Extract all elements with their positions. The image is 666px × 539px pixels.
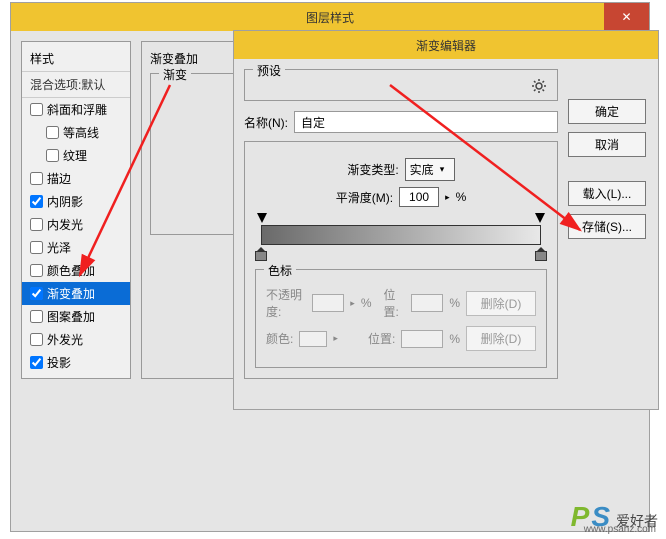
style-checkbox[interactable] <box>30 310 43 323</box>
style-label: 颜色叠加 <box>47 262 95 279</box>
style-item-7[interactable]: 颜色叠加 <box>22 259 130 282</box>
style-item-4[interactable]: 内阴影 <box>22 190 130 213</box>
style-checkbox[interactable] <box>30 195 43 208</box>
watermark-url: www.psahz.com <box>584 524 656 535</box>
gradient-type-value: 实底 <box>410 161 434 178</box>
gradient-bar[interactable] <box>255 217 547 253</box>
style-item-2[interactable]: 纹理 <box>22 144 130 167</box>
gear-icon[interactable] <box>531 78 547 94</box>
gradient-type-label: 渐变类型: <box>347 161 398 178</box>
layer-style-titlebar: 图层样式 ✕ <box>11 3 649 31</box>
style-checkbox[interactable] <box>46 149 59 162</box>
gradient-settings: 渐变类型: 实底 ▾ 平滑度(M): ▸ % <box>244 141 558 379</box>
style-checkbox[interactable] <box>30 241 43 254</box>
style-label: 图案叠加 <box>47 308 95 325</box>
style-checkbox[interactable] <box>30 172 43 185</box>
style-label: 渐变叠加 <box>47 285 95 302</box>
style-item-8[interactable]: 渐变叠加 <box>22 282 130 305</box>
opacity-stop-left[interactable] <box>257 213 267 223</box>
color-stop-left[interactable] <box>255 247 267 261</box>
percent-label: % <box>456 190 467 204</box>
style-checkbox[interactable] <box>30 333 43 346</box>
style-label: 外发光 <box>47 331 83 348</box>
color-stops-label: 色标 <box>264 262 296 279</box>
percent-label: % <box>449 296 460 310</box>
styles-list-panel: 样式 混合选项:默认 斜面和浮雕等高线纹理描边内阴影内发光光泽颜色叠加渐变叠加图… <box>21 41 131 379</box>
presets-box: 预设 <box>244 69 558 101</box>
cs-color-swatch[interactable] <box>299 331 327 347</box>
gradient-editor-title: 渐变编辑器 <box>416 37 476 54</box>
name-label: 名称(N): <box>244 114 288 131</box>
style-label: 内阴影 <box>47 193 83 210</box>
style-item-6[interactable]: 光泽 <box>22 236 130 259</box>
gradient-editor-window: 渐变编辑器 确定 取消 载入(L)... 存储(S)... 预设 名称(N): <box>233 30 659 410</box>
gradient-group-label: 渐变 <box>159 66 191 83</box>
color-stops-box: 色标 不透明度: ▸ % 位置: % 删除(D) 颜色: <box>255 269 547 368</box>
save-button[interactable]: 存储(S)... <box>568 214 646 239</box>
cs-position-field[interactable] <box>411 294 444 312</box>
cs-opacity-label: 不透明度: <box>266 286 306 320</box>
smoothness-label: 平滑度(M): <box>336 189 393 206</box>
style-item-0[interactable]: 斜面和浮雕 <box>22 98 130 121</box>
cs-opacity-field[interactable] <box>312 294 345 312</box>
gradient-editor-titlebar: 渐变编辑器 <box>234 31 658 59</box>
chevron-right-icon: ▸ <box>333 333 338 344</box>
delete-opacity-stop-button[interactable]: 删除(D) <box>466 291 536 316</box>
presets-label: 预设 <box>253 62 285 79</box>
cancel-button[interactable]: 取消 <box>568 132 646 157</box>
layer-style-title: 图层样式 <box>306 9 354 26</box>
close-icon: ✕ <box>621 10 631 24</box>
cs-position-label: 位置: <box>368 330 395 347</box>
color-stop-right[interactable] <box>535 247 547 261</box>
style-label: 投影 <box>47 354 71 371</box>
load-button[interactable]: 载入(L)... <box>568 181 646 206</box>
style-checkbox[interactable] <box>30 287 43 300</box>
chevron-down-icon: ▾ <box>440 164 445 175</box>
style-item-10[interactable]: 外发光 <box>22 328 130 351</box>
style-label: 等高线 <box>63 124 99 141</box>
style-item-3[interactable]: 描边 <box>22 167 130 190</box>
percent-label: % <box>449 332 460 346</box>
style-item-9[interactable]: 图案叠加 <box>22 305 130 328</box>
style-checkbox[interactable] <box>30 264 43 277</box>
style-checkbox[interactable] <box>30 218 43 231</box>
style-item-11[interactable]: 投影 <box>22 351 130 374</box>
gradient-preview[interactable] <box>261 225 541 245</box>
cs-color-position-field[interactable] <box>401 330 443 348</box>
style-item-5[interactable]: 内发光 <box>22 213 130 236</box>
style-label: 内发光 <box>47 216 83 233</box>
watermark: P S 爱好者 www.psahz.com <box>571 501 658 533</box>
style-label: 描边 <box>47 170 71 187</box>
style-label: 纹理 <box>63 147 87 164</box>
name-row: 名称(N): <box>244 111 558 133</box>
gradient-editor-body: 确定 取消 载入(L)... 存储(S)... 预设 名称(N): 渐变类型: <box>234 59 658 389</box>
smoothness-input[interactable] <box>399 187 439 207</box>
style-checkbox[interactable] <box>30 103 43 116</box>
blend-options-default[interactable]: 混合选项:默认 <box>22 72 130 98</box>
style-label: 光泽 <box>47 239 71 256</box>
percent-label: % <box>361 296 372 310</box>
style-item-1[interactable]: 等高线 <box>22 121 130 144</box>
close-button[interactable]: ✕ <box>604 3 649 31</box>
cs-color-label: 颜色: <box>266 330 293 347</box>
cs-position-label: 位置: <box>384 286 405 320</box>
name-input[interactable] <box>294 111 558 133</box>
ok-button[interactable]: 确定 <box>568 99 646 124</box>
style-label: 斜面和浮雕 <box>47 101 107 118</box>
style-checkbox[interactable] <box>30 356 43 369</box>
chevron-right-icon: ▸ <box>350 298 355 309</box>
styles-header: 样式 <box>22 46 130 72</box>
delete-color-stop-button[interactable]: 删除(D) <box>466 326 536 351</box>
side-buttons: 确定 取消 载入(L)... 存储(S)... <box>568 99 646 239</box>
gradient-type-select[interactable]: 实底 ▾ <box>405 158 455 181</box>
style-checkbox[interactable] <box>46 126 59 139</box>
opacity-stop-right[interactable] <box>535 213 545 223</box>
chevron-down-icon[interactable]: ▸ <box>445 192 450 203</box>
